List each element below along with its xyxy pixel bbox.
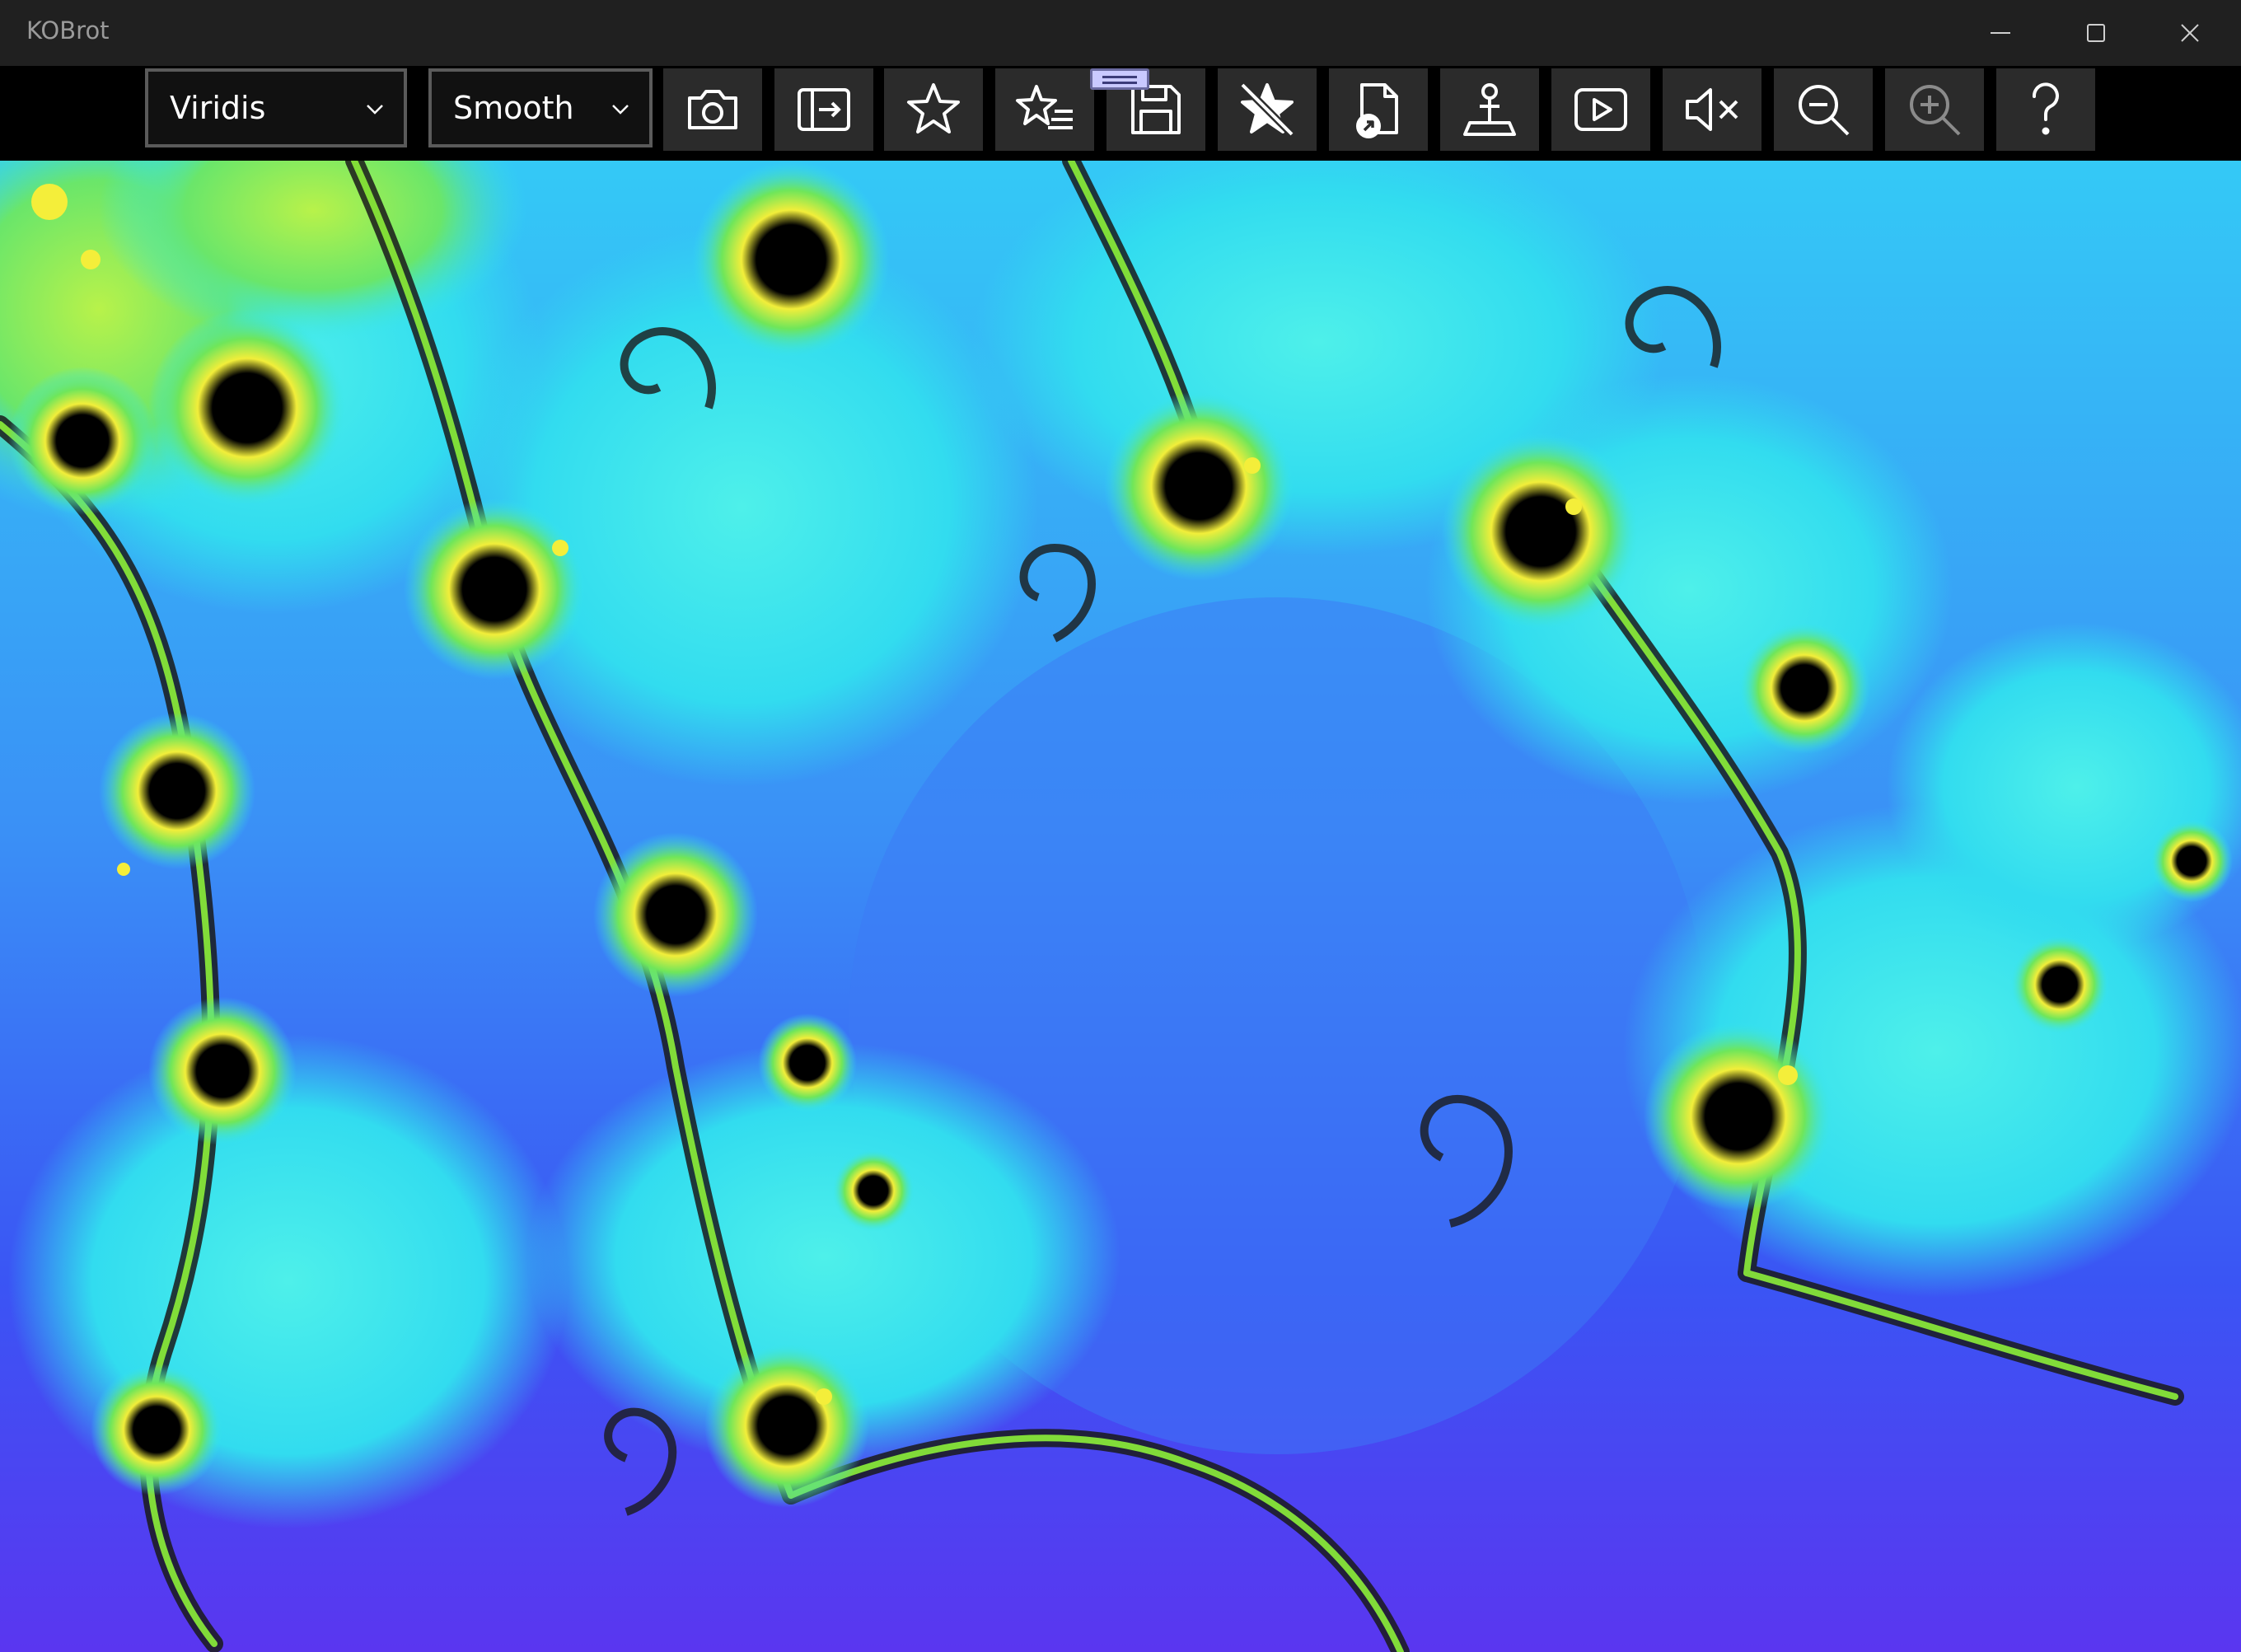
zoom-out-icon: [1799, 85, 1850, 136]
export-icon: [798, 88, 850, 131]
play-button[interactable]: [1551, 68, 1650, 151]
favorites-list-icon: [1016, 85, 1073, 129]
chevron-down-icon: [612, 105, 629, 115]
orbit-button[interactable]: [1440, 68, 1539, 151]
palette-dropdown-value: Viridis: [170, 90, 266, 126]
zoom-in-icon: [1910, 85, 1961, 136]
minimize-button[interactable]: [1946, 0, 2055, 66]
drag-handle[interactable]: [1090, 68, 1149, 90]
camera-icon: [688, 90, 737, 129]
close-icon: [2181, 24, 2199, 42]
add-favorite-button[interactable]: [884, 68, 983, 151]
close-button[interactable]: [2136, 0, 2241, 66]
star-off-icon: [1239, 82, 1295, 138]
screenshot-button[interactable]: [663, 68, 762, 151]
mute-button[interactable]: [1663, 68, 1761, 151]
fractal-image: [0, 161, 2241, 1652]
help-button[interactable]: [1996, 68, 2095, 151]
orbit-icon: [1463, 83, 1516, 136]
favorites-button[interactable]: [995, 68, 1094, 151]
export-button[interactable]: [774, 68, 873, 151]
open-button[interactable]: [1329, 68, 1428, 151]
maximize-button[interactable]: [2042, 0, 2150, 66]
mute-icon: [1686, 88, 1738, 131]
minimize-icon: [1991, 32, 2010, 34]
remove-favorite-button[interactable]: [1218, 68, 1317, 151]
shading-dropdown[interactable]: Smooth: [428, 68, 653, 147]
fractal-canvas[interactable]: [0, 161, 2241, 1652]
title-bar[interactable]: KOBrot: [0, 0, 2241, 66]
star-icon: [907, 83, 960, 133]
shading-dropdown-value: Smooth: [453, 90, 574, 126]
zoom-out-button[interactable]: [1774, 68, 1873, 151]
palette-dropdown[interactable]: Viridis: [145, 68, 407, 147]
app-window: KOBrot Viridis Smooth: [0, 0, 2241, 1652]
open-file-icon: [1356, 83, 1398, 138]
window-title: KOBrot: [26, 16, 110, 44]
play-icon: [1574, 88, 1627, 131]
chevron-down-icon: [367, 105, 383, 115]
maximize-icon: [2087, 24, 2105, 42]
help-icon: [2032, 82, 2059, 135]
zoom-in-button[interactable]: [1885, 68, 1984, 151]
